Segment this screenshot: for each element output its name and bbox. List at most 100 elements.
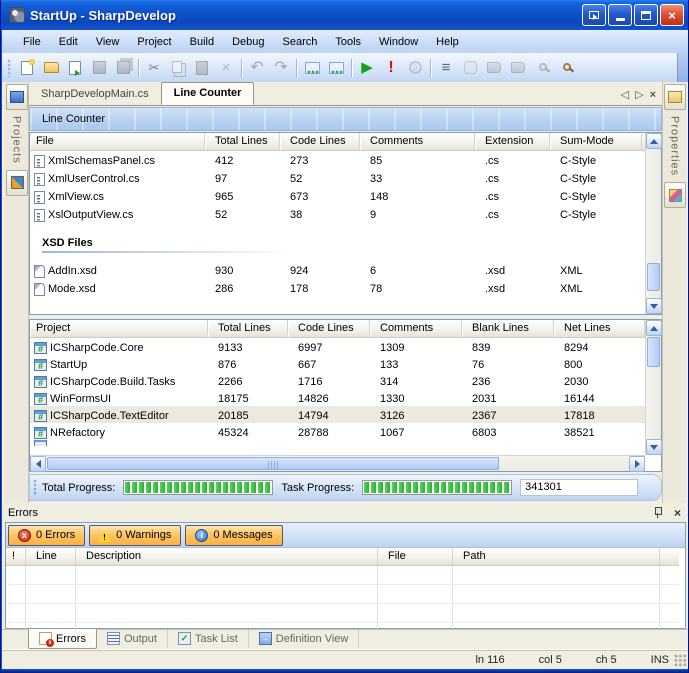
tab-sharpdevelopmain[interactable]: SharpDevelopMain.cs: [29, 84, 161, 105]
save-button[interactable]: [88, 57, 110, 79]
toolbar-grip[interactable]: [7, 59, 12, 77]
next-document-icon[interactable]: ▷: [635, 88, 643, 101]
col-sum-mode[interactable]: Sum-Mode: [550, 133, 642, 150]
warnings-filter-button[interactable]: ! 0 Warnings: [89, 525, 181, 546]
expand-window-button[interactable]: [582, 4, 606, 26]
cut-button[interactable]: ✂: [143, 57, 165, 79]
col-extension[interactable]: Extension: [475, 133, 550, 150]
table-row[interactable]: #ICSharpCode.Build.Tasks 2266 1716 314 2…: [30, 372, 645, 389]
menu-file[interactable]: File: [14, 33, 50, 51]
tab-definition-view[interactable]: → Definition View: [249, 630, 360, 648]
scrollbar-thumb[interactable]: [647, 337, 660, 367]
open-file-button[interactable]: [40, 57, 62, 79]
col-comments[interactable]: Comments: [370, 320, 462, 337]
col-code-lines[interactable]: Code Lines: [280, 133, 360, 150]
redo-button[interactable]: ↷: [270, 57, 292, 79]
menu-view[interactable]: View: [87, 33, 129, 51]
prev-document-icon[interactable]: ◁: [621, 88, 629, 101]
errors-panel-titlebar[interactable]: Errors ×: [2, 503, 689, 522]
table-row[interactable]: AddIn.xsd 930 924 6 .xsd XML: [30, 261, 645, 279]
close-button[interactable]: ×: [660, 4, 684, 26]
close-document-icon[interactable]: ×: [650, 89, 656, 101]
col-net-lines[interactable]: Net Lines: [554, 320, 645, 337]
shape-tool-button[interactable]: [459, 57, 481, 79]
menu-search[interactable]: Search: [274, 33, 327, 51]
projects-vertical-scrollbar[interactable]: [645, 320, 661, 455]
errors-filter-button[interactable]: x 0 Errors: [8, 525, 85, 546]
menu-edit[interactable]: Edit: [50, 33, 87, 51]
help-contents-button[interactable]: [483, 57, 505, 79]
classes-pad-tab[interactable]: [664, 182, 686, 208]
col-file[interactable]: File: [30, 133, 205, 150]
reload-file-button[interactable]: [64, 57, 86, 79]
messages-filter-button[interactable]: i 0 Messages: [185, 525, 282, 546]
col-severity[interactable]: !: [6, 548, 26, 565]
resize-grip[interactable]: [674, 654, 687, 667]
col-description[interactable]: Description: [76, 548, 378, 565]
table-row[interactable]: Mode.xsd 286 178 78 .xsd XML: [30, 279, 645, 297]
table-row[interactable]: #StartUp 876 667 133 76 800: [30, 355, 645, 372]
table-row[interactable]: #NRefactory 45324 28788 1067 6803 38521: [30, 423, 645, 440]
menu-build[interactable]: Build: [181, 33, 223, 51]
undo-button[interactable]: ↶: [246, 57, 268, 79]
stop-button[interactable]: 0: [404, 57, 426, 79]
scroll-left-button[interactable]: [30, 456, 46, 472]
scroll-right-button[interactable]: [629, 456, 645, 472]
menu-window[interactable]: Window: [370, 33, 427, 51]
tab-line-counter[interactable]: Line Counter: [161, 82, 255, 105]
scroll-down-button[interactable]: [646, 298, 662, 314]
projects-pad-tab[interactable]: [6, 84, 28, 110]
scroll-up-button[interactable]: [646, 133, 662, 149]
uncomment-region-button[interactable]: [325, 57, 347, 79]
comment-region-button[interactable]: [301, 57, 323, 79]
sort-lines-button[interactable]: ≡: [435, 57, 457, 79]
table-row[interactable]: XmlView.cs 965 673 148 .cs C-Style: [30, 187, 645, 205]
help-index-button[interactable]: [507, 57, 529, 79]
properties-pad-tab[interactable]: [664, 84, 686, 110]
minimize-button[interactable]: [608, 4, 632, 26]
col-total-lines[interactable]: Total Lines: [205, 133, 280, 150]
save-all-button[interactable]: [112, 57, 134, 79]
paste-button[interactable]: [191, 57, 213, 79]
col-blank-lines[interactable]: Blank Lines: [462, 320, 554, 337]
col-total-lines[interactable]: Total Lines: [208, 320, 288, 337]
table-row[interactable]: XmlUserControl.cs 97 52 33 .cs C-Style: [30, 169, 645, 187]
files-vertical-scrollbar[interactable]: [645, 133, 661, 314]
col-path[interactable]: Path: [453, 548, 660, 565]
toolbar-overflow-button[interactable]: [677, 53, 689, 82]
properties-pad-label[interactable]: Properties: [669, 116, 681, 176]
table-row[interactable]: XslOutputView.cs 52 38 9 .cs C-Style: [30, 205, 645, 223]
tab-output[interactable]: Output: [97, 630, 168, 648]
table-row[interactable]: #WinFormsUI 18175 14826 1330 2031 16144: [30, 389, 645, 406]
col-code-lines[interactable]: Code Lines: [288, 320, 370, 337]
menu-help[interactable]: Help: [427, 33, 468, 51]
table-row[interactable]: XmlSchemasPanel.cs 412 273 85 .cs C-Styl…: [30, 151, 645, 169]
col-file[interactable]: File: [378, 548, 453, 565]
new-file-button[interactable]: [16, 57, 38, 79]
menu-tools[interactable]: Tools: [326, 33, 370, 51]
table-row[interactable]: #ICSharpCode.Core 9133 6997 1309 839 829…: [30, 338, 645, 355]
table-row-clipped[interactable]: [30, 440, 645, 446]
scrollbar-thumb[interactable]: [647, 263, 660, 291]
col-line[interactable]: Line: [26, 548, 76, 565]
web-search-button[interactable]: [531, 57, 553, 79]
col-project[interactable]: Project: [30, 320, 208, 337]
title-bar[interactable]: StartUp - SharpDevelop ×: [1, 0, 689, 30]
scrollbar-thumb[interactable]: [47, 457, 499, 470]
pin-icon[interactable]: [653, 507, 662, 518]
projects-pad-label[interactable]: Projects: [11, 116, 23, 164]
progress-toolbar-grip[interactable]: [33, 479, 38, 496]
tab-errors[interactable]: x Errors: [28, 629, 97, 649]
scroll-down-button[interactable]: [646, 439, 662, 455]
menu-project[interactable]: Project: [128, 33, 180, 51]
menu-debug[interactable]: Debug: [223, 33, 273, 51]
table-row-selected[interactable]: #ICSharpCode.TextEditor 20185 14794 3126…: [30, 406, 645, 423]
delete-button[interactable]: ×: [215, 57, 237, 79]
run-button[interactable]: ▶: [356, 57, 378, 79]
projects-horizontal-scrollbar[interactable]: [30, 455, 645, 471]
tools-pad-tab[interactable]: [6, 170, 28, 196]
tab-task-list[interactable]: ✓ Task List: [168, 630, 249, 648]
breakpoint-button[interactable]: !: [380, 57, 402, 79]
close-panel-icon[interactable]: ×: [674, 506, 681, 520]
search-button[interactable]: [555, 57, 577, 79]
